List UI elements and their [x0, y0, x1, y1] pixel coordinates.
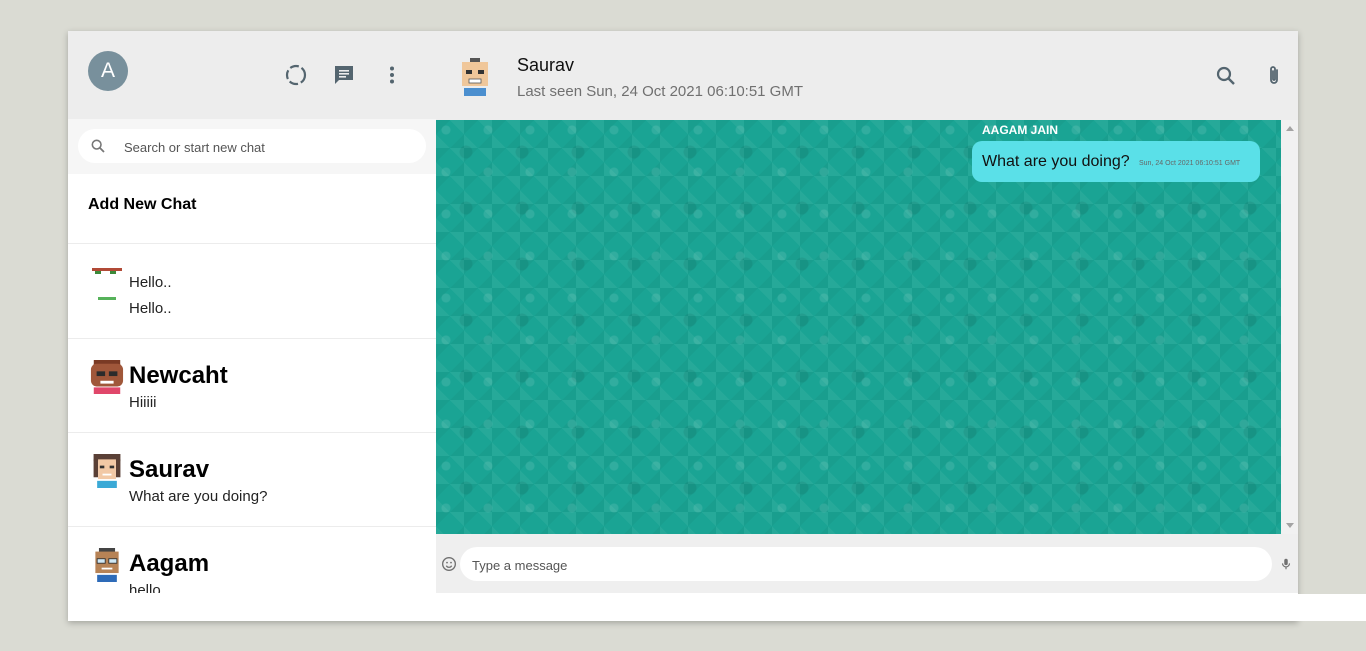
chat-name: Newcaht	[129, 362, 228, 389]
attach-icon[interactable]	[1262, 64, 1286, 88]
profile-avatar[interactable]: A	[88, 51, 128, 91]
scroll-up-icon[interactable]	[1286, 126, 1294, 131]
page-footer-strip	[68, 594, 1366, 621]
chat-panel: Saurav Last seen Sun, 24 Oct 2021 06:10:…	[436, 31, 1298, 593]
chat-avatar-alt: Hello..	[129, 274, 172, 291]
message-input-box[interactable]	[460, 547, 1272, 583]
chat-last-message: Hello..	[129, 300, 172, 317]
message-composer	[436, 534, 1298, 593]
chat-name: Saurav	[129, 456, 210, 483]
avatar-icon	[90, 360, 124, 394]
app-window: A Search or start new chat Add New Chat …	[68, 31, 1298, 621]
chat-list-item[interactable]: Saurav What are you doing?	[68, 432, 436, 527]
sidebar-header: A	[68, 31, 436, 120]
contact-name: Saurav	[517, 55, 575, 75]
chat-list-item[interactable]: Newcaht Hiiiii	[68, 338, 436, 433]
mic-icon[interactable]	[1279, 556, 1293, 572]
chat-list-item[interactable]: Hello.. Hello..	[68, 244, 436, 339]
contact-avatar[interactable]	[458, 58, 492, 96]
search-box[interactable]	[78, 129, 426, 165]
chat-last-message: What are you doing?	[129, 488, 268, 505]
search-icon	[91, 139, 105, 153]
message-area: AAGAM JAIN What are you doing? Sun, 24 O…	[436, 120, 1281, 534]
message-input[interactable]	[470, 547, 1264, 583]
avatar-icon	[92, 268, 122, 300]
emoji-icon[interactable]	[441, 556, 457, 572]
add-new-chat-button[interactable]: Add New Chat	[68, 174, 436, 244]
search-bar	[68, 119, 436, 174]
status-icon[interactable]	[284, 63, 308, 87]
chat-header: Saurav Last seen Sun, 24 Oct 2021 06:10:…	[436, 31, 1298, 121]
message-timestamp: Sun, 24 Oct 2021 06:10:51 GMT	[1139, 160, 1241, 167]
scroll-down-icon[interactable]	[1286, 523, 1294, 528]
chat-last-message: hello	[129, 582, 161, 593]
chat-icon[interactable]	[332, 63, 356, 87]
add-new-chat-label: Add New Chat	[88, 196, 197, 213]
avatar-icon	[93, 454, 121, 488]
chat-name: Aagam	[129, 550, 210, 577]
search-icon[interactable]	[1214, 64, 1238, 88]
avatar-icon	[95, 548, 119, 582]
message-scrollbar[interactable]	[1281, 120, 1298, 534]
last-seen: Last seen Sun, 24 Oct 2021 06:10:51 GMT	[517, 83, 804, 100]
message-bubble: What are you doing? Sun, 24 Oct 2021 06:…	[972, 141, 1260, 182]
message-sender: AAGAM JAIN	[982, 123, 1059, 137]
message-text: What are you doing?	[982, 153, 1130, 170]
sidebar: A Search or start new chat Add New Chat …	[68, 31, 437, 593]
more-vert-icon[interactable]	[380, 63, 404, 87]
chat-last-message: Hiiiii	[129, 394, 157, 411]
search-input[interactable]	[122, 129, 416, 165]
chat-list-item[interactable]: Aagam hello	[68, 526, 436, 593]
